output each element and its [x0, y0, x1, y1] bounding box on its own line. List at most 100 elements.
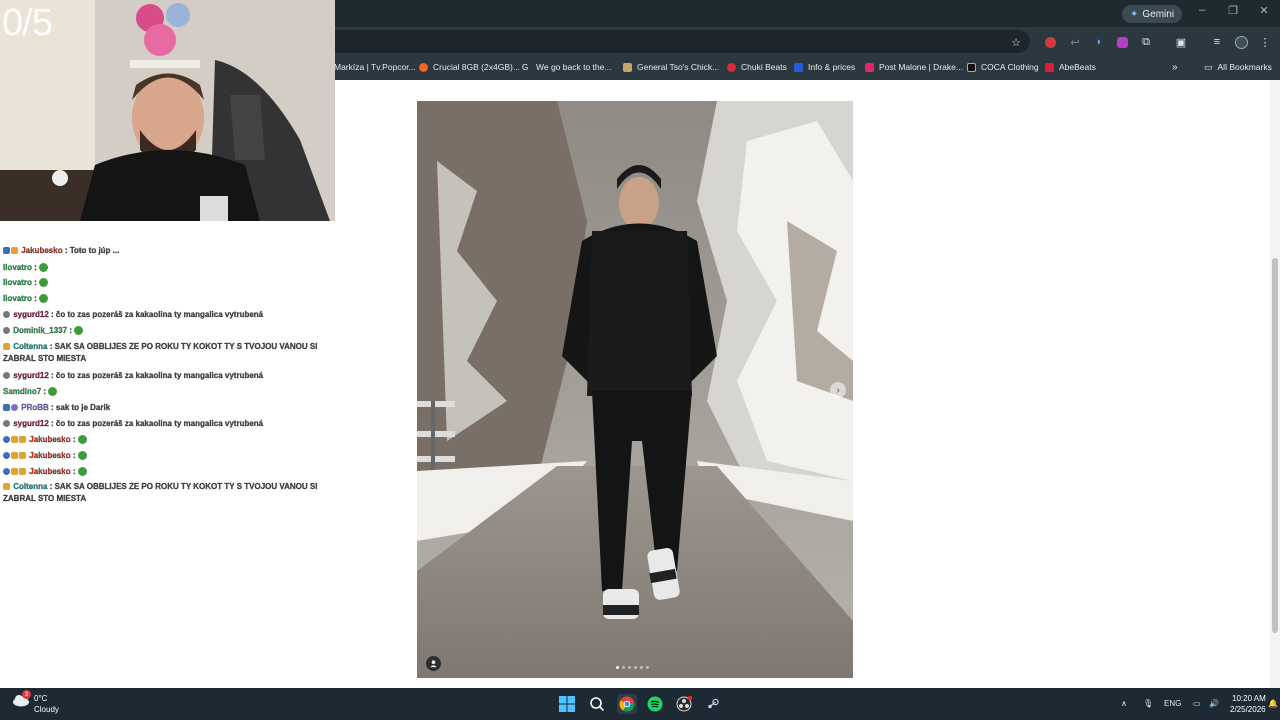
extension-red-icon[interactable]: [1043, 35, 1057, 49]
chat-message: Ilovatro :: [3, 262, 48, 274]
carousel-dot: [616, 666, 619, 669]
notification-bell-icon[interactable]: 🔔: [1268, 699, 1278, 708]
language-indicator[interactable]: ENG: [1164, 699, 1181, 708]
menu-dots-icon[interactable]: ⋮: [1258, 35, 1272, 49]
badge-icon: [3, 327, 10, 335]
emote-icon: [38, 294, 48, 304]
chat-text: :: [34, 294, 37, 303]
badge-icon: [11, 404, 18, 412]
chat-username[interactable]: Dominik_1337: [13, 326, 67, 335]
emote-icon: [48, 387, 58, 397]
chat-message: Jakubesko : Toto to júp ...: [3, 245, 119, 257]
close-icon[interactable]: ✕: [1254, 4, 1274, 17]
badge-icon: [11, 247, 18, 255]
bookmark-item[interactable]: COCA Clothing: [967, 60, 1039, 74]
chat-username[interactable]: PRoBB: [21, 403, 49, 412]
carousel-dot: [634, 666, 637, 669]
extension-audio-icon[interactable]: ◗: [1092, 35, 1106, 49]
carousel-dot: [628, 666, 631, 669]
steam-icon[interactable]: [704, 695, 722, 713]
emote-icon: [77, 467, 87, 477]
scrollbar-thumb[interactable]: [1272, 258, 1278, 633]
badge-icon: [3, 420, 10, 428]
badge-icon: [19, 452, 26, 460]
bookmark-item[interactable]: AbeBeats: [1045, 60, 1096, 74]
bookmark-item[interactable]: Markíza | Tv.Popcor...: [334, 60, 416, 74]
chat-message: sygurd12 : čo to zas pozeráš za kakaolin…: [3, 309, 263, 321]
emote-icon: [38, 278, 48, 288]
bookmark-item[interactable]: General Tso's Chick...: [623, 60, 719, 74]
reading-list-icon[interactable]: ≡: [1210, 35, 1224, 49]
extension-purple-icon[interactable]: [1115, 35, 1129, 49]
chat-username[interactable]: Jakubesko: [29, 467, 71, 476]
bookmark-item[interactable]: Post Malone | Drake...: [865, 60, 963, 74]
chat-username[interactable]: sygurd12: [13, 310, 49, 319]
clock-time[interactable]: 10:20 AM: [1232, 694, 1266, 703]
bookmark-star-icon[interactable]: ☆: [1009, 35, 1023, 49]
chat-message: sygurd12 : čo to zas pozeráš za kakaolin…: [3, 370, 263, 382]
restore-icon[interactable]: ❐: [1223, 4, 1243, 17]
badge-icon: [3, 343, 10, 351]
badge-icon: [11, 468, 18, 476]
chat-username[interactable]: Coltenna: [13, 342, 47, 351]
start-menu-icon[interactable]: [558, 695, 576, 713]
chat-message: Ilovatro :: [3, 293, 48, 305]
badge-icon: [19, 468, 26, 476]
chat-username[interactable]: Ilovatro: [3, 278, 32, 287]
chat-username[interactable]: sygurd12: [13, 371, 49, 380]
bookmark-favicon-icon: [727, 62, 736, 72]
bookmark-favicon-icon: [419, 62, 428, 72]
bookmark-item[interactable]: Info & prices: [794, 60, 855, 74]
chat-username[interactable]: Jakubesko: [29, 435, 71, 444]
chat-text: :: [34, 278, 37, 287]
bookmark-item[interactable]: G We go back to the...: [522, 60, 611, 74]
chat-text: :: [69, 326, 72, 335]
chat-text: :: [72, 451, 76, 460]
chat-message: PRoBB : sak to je Darik: [3, 402, 110, 414]
profile-avatar-icon[interactable]: [1234, 35, 1248, 49]
spotify-icon[interactable]: [646, 695, 664, 713]
emote-icon: [38, 263, 48, 273]
carousel-dots: [616, 666, 649, 669]
bookmark-favicon-icon: [865, 62, 874, 72]
display-icon[interactable]: ▭: [1193, 699, 1201, 708]
chat-username[interactable]: Jakubesko: [21, 246, 63, 255]
volume-icon[interactable]: 🔊: [1209, 699, 1219, 708]
chat-text: : SAK SA OBBLIJES ZE PO ROKU TY KOKOT TY…: [3, 342, 318, 363]
tray-overflow-icon[interactable]: ∧: [1121, 699, 1127, 708]
chrome-icon[interactable]: [617, 694, 637, 714]
cloud-icon[interactable]: 3: [12, 690, 31, 707]
gemini-label: Gemini: [1142, 8, 1175, 20]
bookmark-item[interactable]: Chuki Beats: [727, 60, 787, 74]
chat-username[interactable]: Ilovatro: [3, 263, 32, 272]
search-icon[interactable]: [588, 695, 606, 713]
chat-text: : sak to je Darik: [51, 403, 111, 412]
weather-temperature[interactable]: 0°C: [34, 694, 47, 703]
gemini-button[interactable]: ✦ Gemini: [1122, 5, 1183, 23]
badge-icon: [3, 311, 10, 319]
chat-username[interactable]: Jakubesko: [29, 451, 71, 460]
badge-icon: [3, 372, 10, 380]
next-photo-icon[interactable]: ›: [830, 382, 846, 398]
chat-username[interactable]: Ilovatro: [3, 294, 32, 303]
tab-search-icon[interactable]: ▣: [1174, 35, 1188, 49]
extension-arrow-icon[interactable]: ↩: [1068, 35, 1082, 49]
chat-text: : čo to zas pozeráš za kakaolina ty mang…: [51, 419, 264, 428]
bookmark-item[interactable]: Crucial 8GB (2x4GB)...: [419, 60, 520, 74]
extensions-puzzle-icon[interactable]: ⧉: [1139, 35, 1153, 49]
tagged-user-icon[interactable]: [426, 656, 441, 671]
post-photo[interactable]: [417, 101, 853, 678]
chat-username[interactable]: Samdino7: [3, 387, 41, 396]
all-bookmarks-button[interactable]: ▭ All Bookmarks: [1204, 60, 1272, 74]
bookmarks-overflow-icon[interactable]: »: [1172, 60, 1178, 74]
chat-username[interactable]: Coltenna: [13, 482, 47, 491]
minimize-icon[interactable]: –: [1192, 4, 1212, 16]
clock-date[interactable]: 2/25/2026: [1230, 705, 1266, 714]
obs-icon[interactable]: [675, 695, 693, 713]
chat-username[interactable]: sygurd12: [13, 419, 49, 428]
microphone-icon[interactable]: 🎙: [1143, 699, 1153, 708]
chat-text: :: [34, 263, 37, 272]
weather-condition[interactable]: Cloudy: [34, 705, 59, 714]
chat-text: : čo to zas pozeráš za kakaolina ty mang…: [51, 371, 264, 380]
badge-icon: [3, 436, 10, 444]
